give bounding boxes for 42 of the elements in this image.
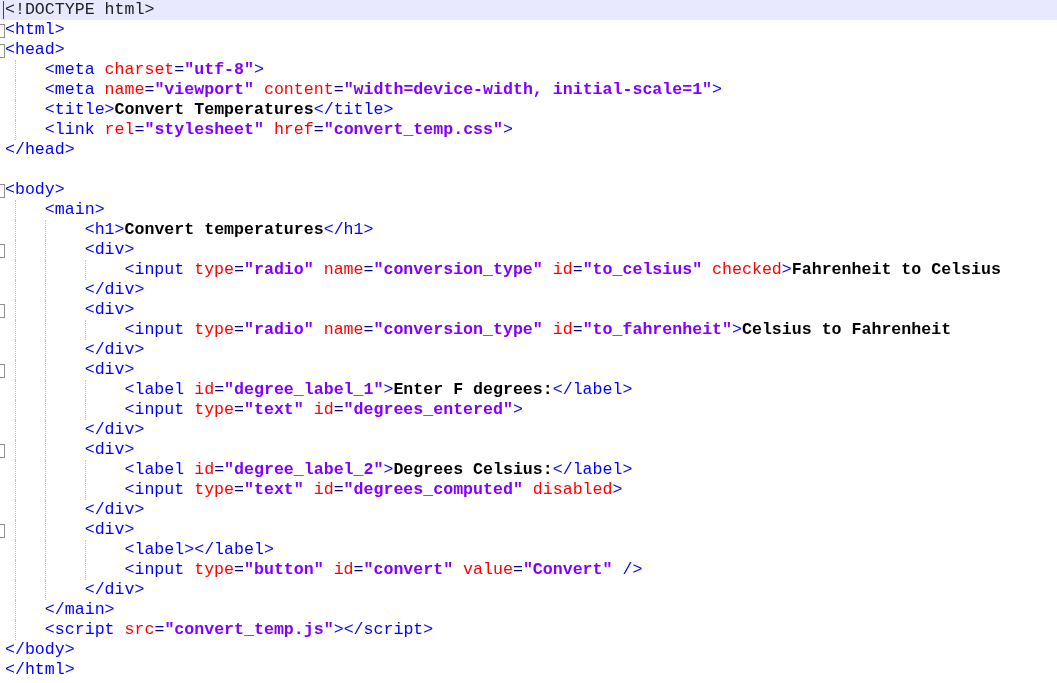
code-line: </head> — [5, 140, 75, 160]
fold-marker-icon[interactable] — [0, 524, 5, 538]
code-line: <head> — [5, 40, 65, 60]
text-cursor — [3, 1, 4, 19]
fold-marker-icon[interactable] — [0, 244, 5, 258]
code-line: <body> — [5, 180, 65, 200]
code-line: </div> — [84, 580, 145, 600]
code-line: <input type="text" id="degrees_computed" disabled> — [124, 480, 623, 500]
code-line: <!DOCTYPE html> — [5, 0, 155, 20]
code-line: <meta charset="utf-8"> — [44, 60, 264, 80]
code-line: <div> — [84, 520, 135, 540]
code-line: <input type="radio" name="conversion_type" id="to_celsius" checked>Fahrenheit to Celsius — [124, 260, 1001, 280]
code-line: </div> — [84, 500, 145, 520]
code-line: <input type="text" id="degrees_entered"> — [124, 400, 523, 420]
fold-marker-icon[interactable] — [0, 364, 5, 378]
code-line: </div> — [84, 280, 145, 300]
fold-marker-icon[interactable] — [0, 44, 5, 58]
fold-marker-icon[interactable] — [0, 24, 5, 38]
fold-marker-icon[interactable] — [0, 184, 5, 198]
code-line: <label></label> — [124, 540, 274, 560]
code-line: <label id="degree_label_1">Enter F degrees:</label> — [124, 380, 633, 400]
code-line: <script src="convert_temp.js"></script> — [44, 620, 434, 640]
code-line: </div> — [84, 340, 145, 360]
code-line: <div> — [84, 300, 135, 320]
code-line: <title>Convert Temperatures</title> — [44, 100, 394, 120]
code-line: </div> — [84, 420, 145, 440]
fold-marker-icon[interactable] — [0, 304, 5, 318]
code-line: <input type="radio" name="conversion_type" id="to_fahrenheit">Celsius to Fahrenheit — [124, 320, 952, 340]
code-line: <link rel="stylesheet" href="convert_temp.css"> — [44, 120, 513, 140]
code-line: <div> — [84, 360, 135, 380]
code-line: <div> — [84, 240, 135, 260]
code-line: </body> — [5, 640, 75, 660]
code-line: <input type="button" id="convert" value="Convert" /> — [124, 560, 643, 580]
code-line: <meta name="viewport" content="width=device-width, initial-scale=1"> — [44, 80, 723, 100]
code-line: </main> — [44, 600, 115, 620]
code-line: <div> — [84, 440, 135, 460]
code-line: <h1>Convert temperatures</h1> — [84, 220, 374, 240]
code-line: <html> — [5, 20, 65, 40]
code-line: <label id="degree_label_2">Degrees Celsius:</label> — [124, 460, 633, 480]
fold-marker-icon[interactable] — [0, 444, 5, 458]
code-line: <main> — [44, 200, 105, 220]
code-line: </html> — [5, 660, 75, 680]
